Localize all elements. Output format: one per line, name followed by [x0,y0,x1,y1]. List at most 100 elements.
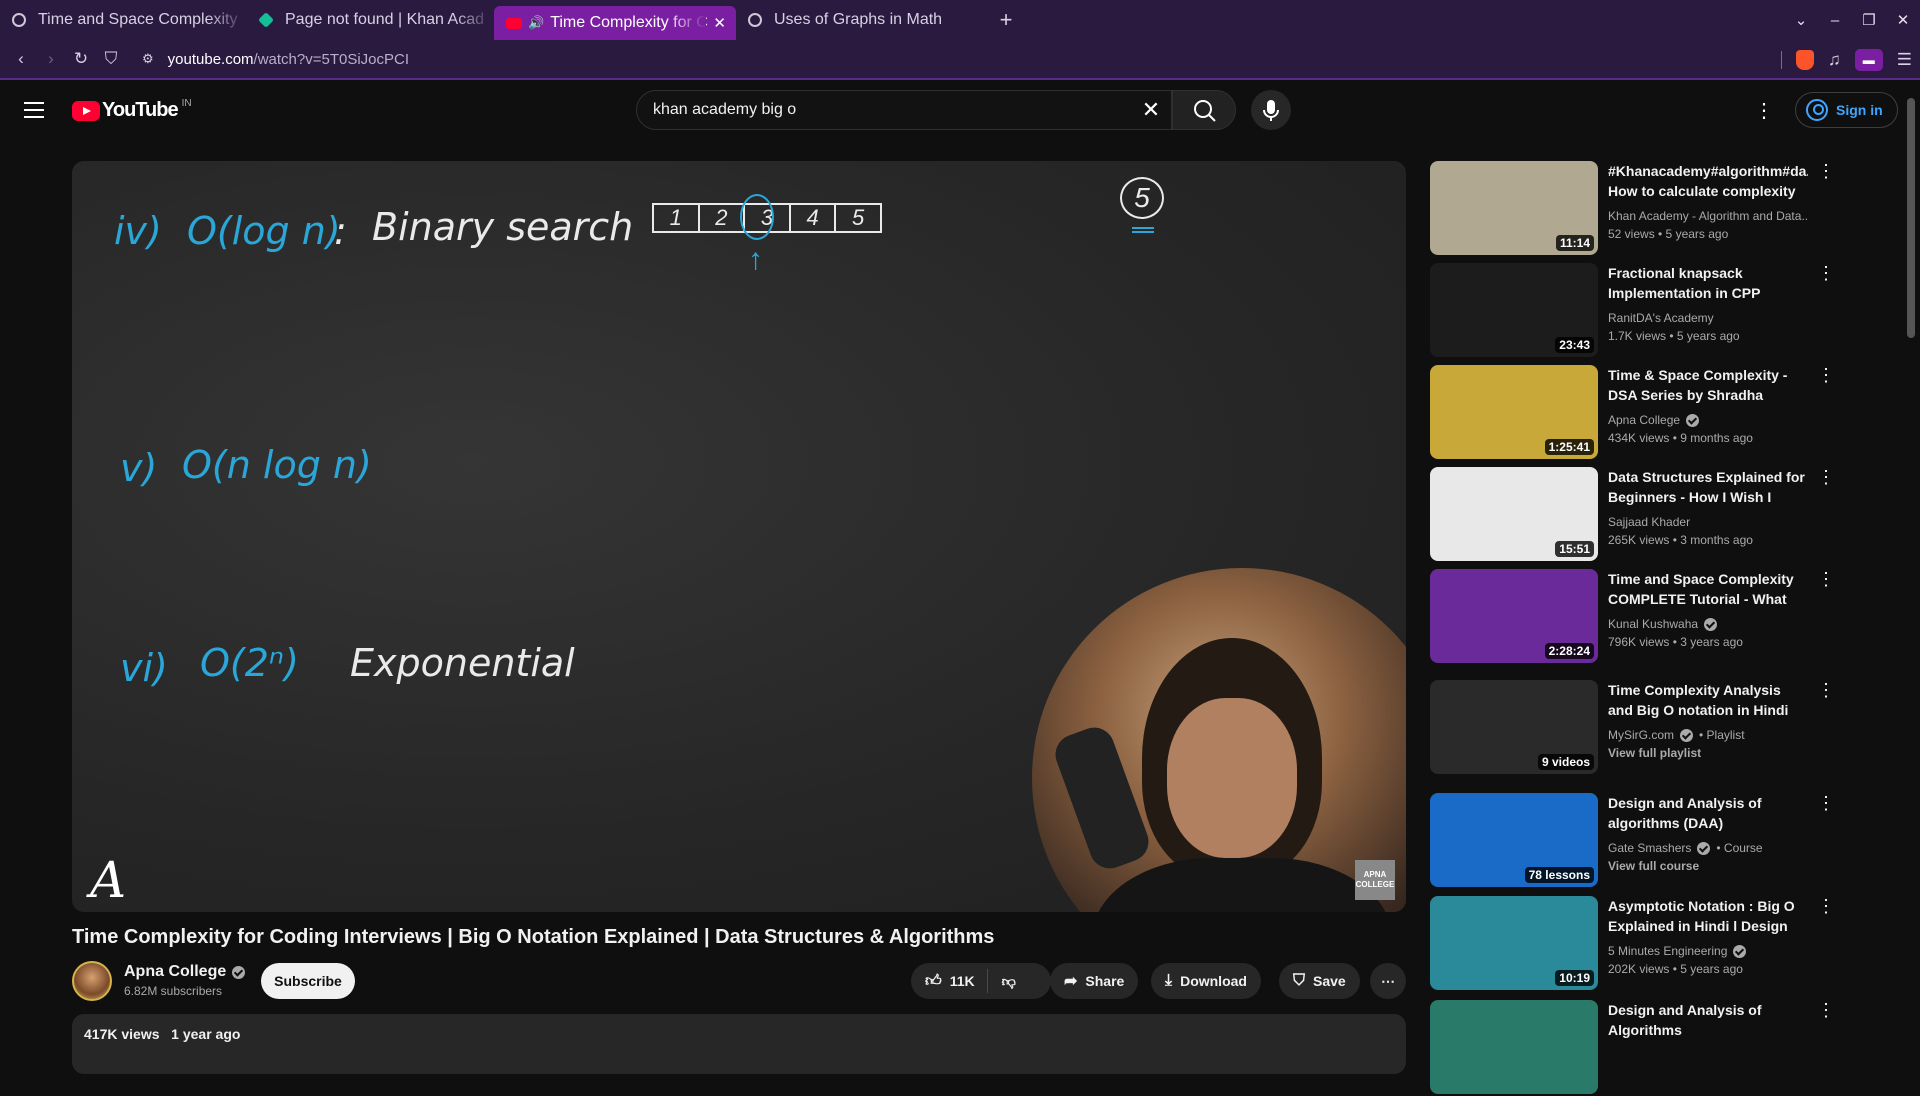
like-button[interactable]: 👍︎ 11K [911,969,988,993]
apna-college-corner-logo: APNA COLLEGE [1355,860,1395,900]
hamburger-menu-icon[interactable] [22,98,46,122]
related-video-item[interactable]: 15:51 Data Structures Explained for Begin… [1430,467,1840,563]
save-button[interactable]: ⛉ Save [1279,963,1360,999]
related-channel[interactable]: Sajjaad Khader [1608,515,1808,529]
related-video-title[interactable]: Time Complexity Analysis and Big O notat… [1608,680,1808,720]
minimize-button[interactable]: – [1818,12,1852,29]
download-button[interactable]: ⤓ Download [1151,963,1261,999]
settings-more-icon[interactable]: ⋮ [1754,98,1774,123]
related-video-title[interactable]: Fractional knapsack Implementation in CP… [1608,263,1808,303]
related-video-title[interactable]: Data Structures Explained for Beginners … [1608,467,1808,507]
reload-icon[interactable]: ↻ [66,49,96,69]
sign-in-button[interactable]: Sign in [1795,92,1898,128]
channel-name[interactable]: Apna College [124,963,246,981]
related-video-title[interactable]: Asymptotic Notation : Big O Explained in… [1608,896,1808,936]
related-channel[interactable]: Gate Smashers • Course [1608,841,1808,855]
browser-tab-1[interactable]: Time and Space Complexity [0,4,247,36]
more-options-icon[interactable]: ⋮ [1816,569,1836,590]
related-video-title[interactable]: #Khanacademy#algorithm#da... How to calc… [1608,161,1808,201]
description-box[interactable]: 417K views 1 year ago [72,1014,1406,1074]
related-channel[interactable]: Apna College [1608,413,1808,427]
youtube-logo[interactable]: YouTube IN [72,98,192,122]
more-options-icon[interactable]: ⋮ [1816,365,1836,386]
more-actions-button[interactable]: ⋯ [1370,963,1406,999]
video-player[interactable]: iv) O(log n) : Binary search 1 2 3 4 5 ↑… [72,161,1406,912]
more-options-icon[interactable]: ⋮ [1816,263,1836,284]
search-input[interactable]: khan academy big o [653,101,1131,119]
video-thumbnail[interactable]: 1:25:41 [1430,365,1598,459]
speaker-icon[interactable]: 🔊 [528,15,544,31]
related-meta[interactable]: View full playlist [1608,746,1701,760]
close-window-button[interactable]: ✕ [1886,11,1920,29]
video-thumbnail[interactable]: 2:28:24 [1430,569,1598,663]
media-icon[interactable]: ♫ [1828,50,1841,70]
video-thumbnail[interactable] [1430,1000,1598,1094]
related-video-item[interactable]: 2:28:24 Time and Space Complexity COMPLET… [1430,569,1840,665]
more-options-icon[interactable]: ⋮ [1816,793,1836,814]
dislike-button[interactable]: 👎︎ [988,973,1030,990]
verified-icon [232,965,246,979]
subscribe-button[interactable]: Subscribe [261,963,355,999]
tab-list-chevron-icon[interactable]: ⌄ [1784,11,1818,29]
browser-tab-3-active[interactable]: 🔊 Time Complexity for C ✕ [494,6,736,40]
related-video-item[interactable]: 10:19 Asymptotic Notation : Big O Explain… [1430,896,1840,992]
related-meta[interactable]: View full course [1608,859,1699,873]
bookmark-icon[interactable]: ⛉ [96,49,126,69]
related-video-item[interactable]: 78 lessons Design and Analysis of algorit… [1430,793,1840,889]
microphone-icon [1263,100,1279,121]
video-thumbnail[interactable]: 23:43 [1430,263,1598,357]
back-icon[interactable]: ‹ [6,49,36,69]
related-video-item[interactable]: Design and Analysis of Algorithms ⋮ [1430,1000,1840,1096]
related-channel[interactable]: RanitDA's Academy [1608,311,1808,325]
video-thumbnail[interactable]: 10:19 [1430,896,1598,990]
address-bar[interactable]: ⚙ youtube.com/watch?v=5T0SiJocPCI [142,51,409,68]
video-thumbnail[interactable]: 78 lessons [1430,793,1598,887]
video-thumbnail[interactable]: 15:51 [1430,467,1598,561]
related-channel[interactable]: Khan Academy - Algorithm and Data... [1608,209,1808,223]
related-video-item[interactable]: 1:25:41 Time & Space Complexity - DSA Ser… [1430,365,1840,461]
verified-icon [1733,944,1747,958]
youtube-icon [506,17,522,29]
browser-tab-2[interactable]: Page not found | Khan Acad [247,4,494,36]
board-line1-number: iv) [114,209,162,253]
search-box[interactable]: khan academy big o ✕ [636,90,1172,130]
video-thumbnail[interactable]: 11:14 [1430,161,1598,255]
more-options-icon[interactable]: ⋮ [1816,896,1836,917]
search-button[interactable] [1172,90,1236,130]
video-thumbnail[interactable]: 9 videos [1430,680,1598,774]
url-path: /watch?v=5T0SiJocPCI [253,50,410,68]
voice-search-button[interactable] [1251,90,1291,130]
more-options-icon[interactable]: ⋮ [1816,467,1836,488]
more-options-icon[interactable]: ⋮ [1816,1000,1836,1021]
related-video-title[interactable]: Time and Space Complexity COMPLETE Tutor… [1608,569,1808,609]
channel-avatar[interactable] [72,961,112,1001]
share-button[interactable]: ➦ Share [1050,963,1139,999]
brave-shields-icon[interactable] [1796,50,1814,70]
thumbs-up-icon: 👍︎ [925,972,942,990]
tab-title: Uses of Graphs in Math [774,11,943,28]
more-options-icon[interactable]: ⋮ [1816,161,1836,182]
related-video-item[interactable]: 11:14 #Khanacademy#algorithm#da... How to… [1430,161,1840,257]
related-video-title[interactable]: Time & Space Complexity - DSA Series by … [1608,365,1808,405]
related-channel[interactable]: MySirG.com • Playlist [1608,728,1808,742]
duration-badge: 2:28:24 [1544,643,1594,659]
forward-icon[interactable]: › [36,49,66,69]
menu-icon[interactable]: ☰ [1897,50,1912,70]
related-channel[interactable]: 5 Minutes Engineering [1608,944,1808,958]
maximize-button[interactable]: ❐ [1852,11,1886,29]
wallet-icon[interactable]: ▬ [1854,49,1883,71]
scrollbar[interactable] [1907,98,1915,338]
related-meta: 202K views • 5 years ago [1608,962,1743,976]
new-tab-button[interactable]: + [991,7,1021,33]
related-video-item[interactable]: 9 videos Time Complexity Analysis and Big… [1430,680,1840,776]
duration-badge: 9 videos [1537,754,1594,770]
related-channel[interactable]: Kunal Kushwaha [1608,617,1808,631]
related-video-title[interactable]: Design and Analysis of Algorithms [1608,1000,1808,1040]
clear-search-icon[interactable]: ✕ [1131,97,1171,123]
close-tab-icon[interactable]: ✕ [713,14,726,32]
related-video-title[interactable]: Design and Analysis of algorithms (DAA) [1608,793,1808,833]
related-video-item[interactable]: 23:43 Fractional knapsack Implementation … [1430,263,1840,359]
site-settings-icon[interactable]: ⚙ [142,51,154,67]
browser-tab-4[interactable]: Uses of Graphs in Math [736,4,983,36]
more-options-icon[interactable]: ⋮ [1816,680,1836,701]
